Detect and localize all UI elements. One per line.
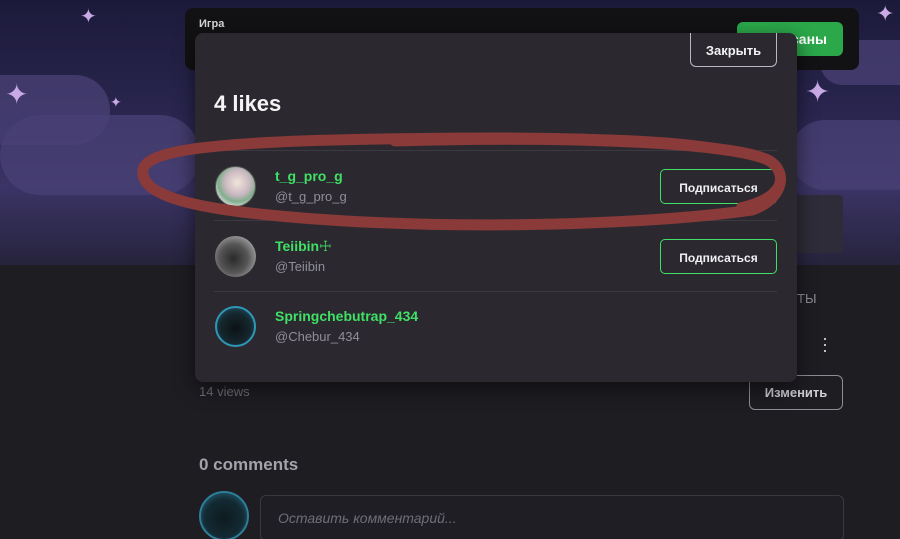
sparkle-icon: ✦ (110, 95, 122, 111)
sparkle-icon: ✦ (5, 78, 29, 111)
divider (214, 220, 777, 221)
close-button[interactable]: Закрыть (690, 33, 777, 67)
username[interactable]: t_g_pro_g (275, 168, 343, 184)
side-text: ТЫ (797, 291, 817, 306)
user-handle: @Chebur_434 (275, 329, 360, 344)
cloud-shape (790, 120, 900, 190)
more-vertical-icon[interactable]: · · · (820, 329, 830, 359)
avatar[interactable] (215, 306, 256, 347)
username[interactable]: Springchebutrap_434 (275, 308, 418, 324)
comments-title: 0 comments (199, 455, 299, 474)
divider (214, 291, 777, 292)
username[interactable]: Teiibin☩ (275, 238, 332, 255)
modal-title: 4 likes (214, 91, 282, 116)
comment-input[interactable]: Оставить комментарий... (260, 495, 844, 539)
side-panel (795, 195, 843, 253)
views-count: 14 views (199, 384, 250, 399)
user-handle: @Teiibin (275, 259, 326, 274)
follow-button[interactable]: Подписаться (660, 169, 777, 204)
divider (214, 150, 777, 151)
likes-modal: Закрыть 4 likes t_g_pro_g @t_g_pro_g Под… (195, 33, 797, 382)
follow-button[interactable]: Подписаться (660, 239, 777, 274)
game-label: Игра (199, 18, 225, 30)
sparkle-icon: ✦ (805, 75, 831, 110)
cloud-shape (0, 115, 200, 195)
list-item[interactable]: Teiibin☩ @Teiibin Подписаться (195, 236, 797, 304)
list-item[interactable]: Springchebutrap_434 @Chebur_434 (195, 306, 797, 374)
list-item[interactable]: t_g_pro_g @t_g_pro_g Подписаться (195, 166, 797, 234)
avatar[interactable] (215, 236, 256, 277)
avatar[interactable] (215, 166, 256, 207)
sparkle-icon: ✦ (876, 2, 895, 27)
avatar (199, 491, 249, 539)
user-handle: @t_g_pro_g (275, 189, 347, 204)
sparkle-icon: ✦ (80, 4, 97, 28)
